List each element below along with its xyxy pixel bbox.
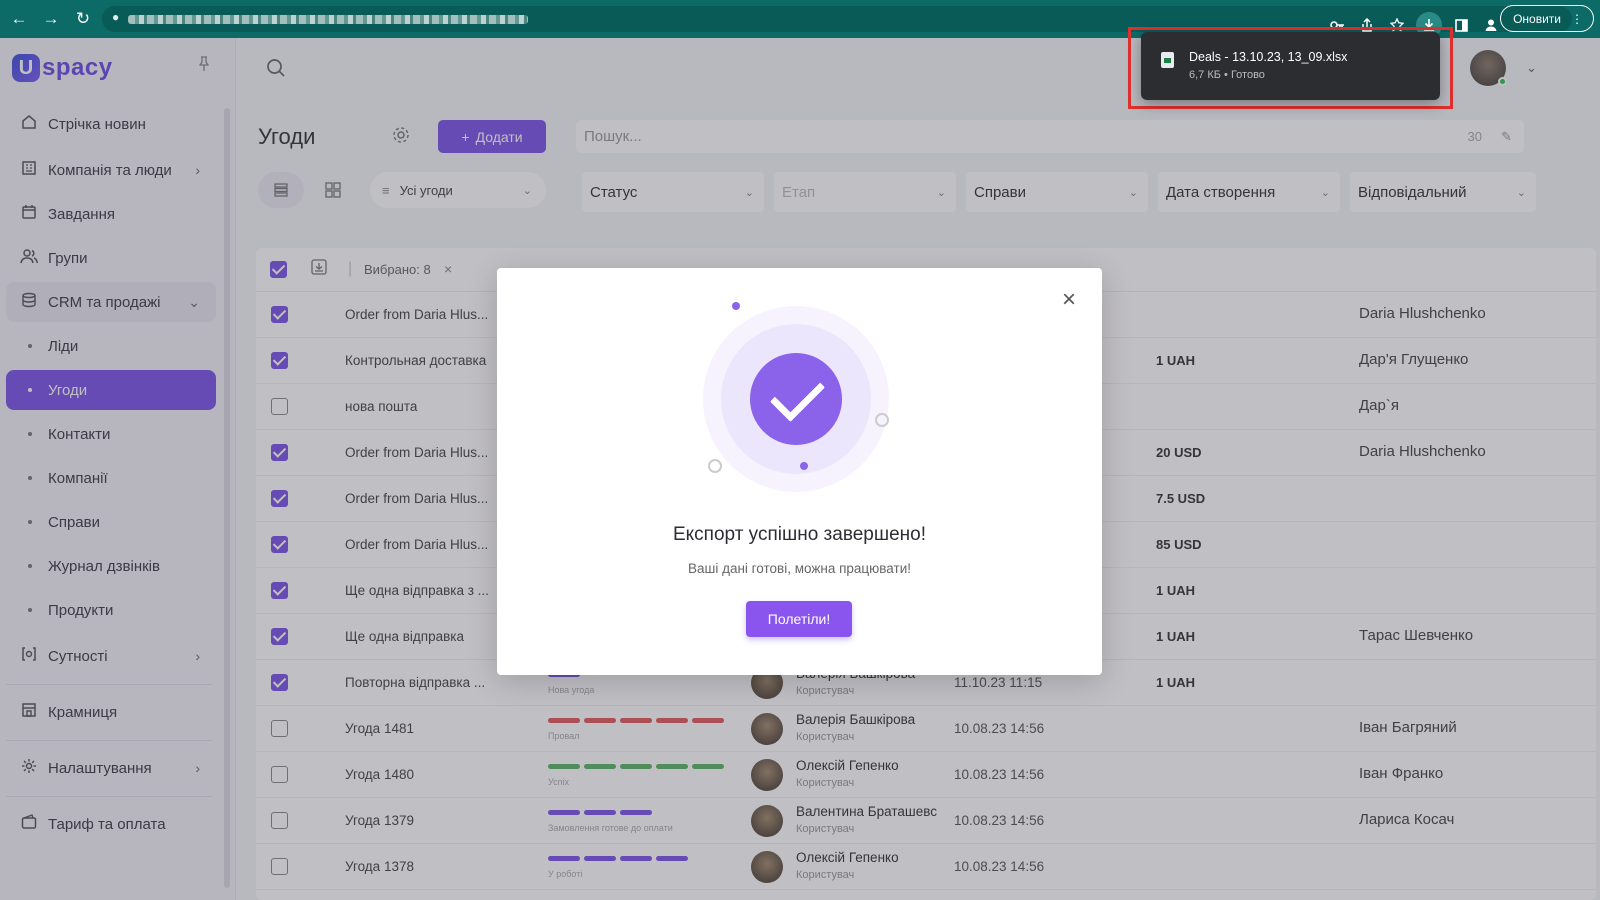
download-bubble[interactable]: Deals - 13.10.23, 13_09.xlsx 6,7 КБ • Го… [1141,32,1440,100]
back-icon[interactable]: ← [6,6,32,32]
lock-icon[interactable]: ● [112,10,119,24]
profile-icon[interactable] [1480,12,1502,38]
decor-dot [800,462,808,470]
decor-dot [732,302,740,310]
checkmark-icon [750,353,842,445]
dialog-title: Експорт успішно завершено! [672,524,926,545]
close-icon[interactable]: × [1062,288,1076,312]
forward-icon[interactable]: → [38,6,64,32]
download-file-name[interactable]: Deals - 13.10.23, 13_09.xlsx [1189,50,1347,64]
reload-icon[interactable]: ↻ [70,6,96,32]
excel-file-icon [1161,52,1174,68]
decor-ring [708,459,722,473]
update-label: Оновити [1513,11,1561,26]
sidepanel-icon[interactable] [1450,12,1472,38]
blurred-url [128,15,528,24]
export-success-dialog: × Експорт успішно завершено! Ваші дані г… [497,268,1102,675]
dialog-subtitle: Ваші дані готові, можна працювати! [687,561,911,576]
confirm-button[interactable]: Полетіли! [746,601,852,637]
menu-icon: ⋮ [1571,11,1583,26]
update-button[interactable]: Оновити ⋮ [1500,5,1594,32]
download-meta: 6,7 КБ • Готово [1189,69,1265,81]
decor-ring [875,413,889,427]
